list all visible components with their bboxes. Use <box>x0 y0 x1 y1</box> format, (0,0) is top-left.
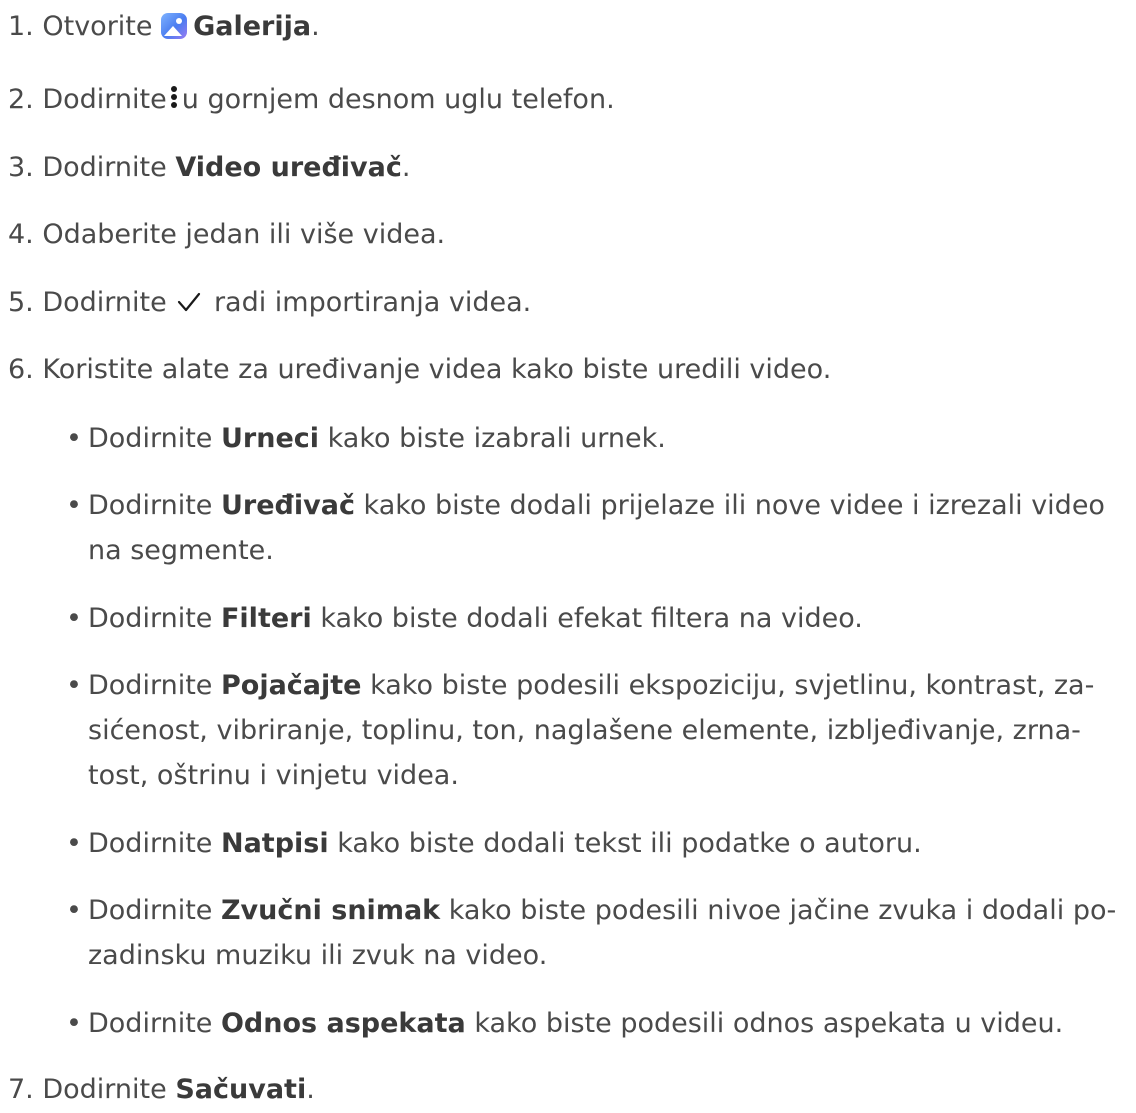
bullet-item: • Dodirnite Pojačajte kako biste podesil… <box>66 663 1126 798</box>
step-text: Odaberite jedan ili više videa. <box>42 219 446 250</box>
step-text: Otvorite <box>42 11 153 42</box>
bullet-text: Dodirnite Filteri kako biste dodali efek… <box>88 603 863 634</box>
bullet-dot: • <box>66 670 82 701</box>
bullet-text: Dodirnite Zvučni snimak kako biste podes… <box>88 895 1117 971</box>
step-number: 2. <box>8 84 34 115</box>
step-number: 7. <box>8 1074 34 1105</box>
step-4: 4. Odaberite jedan ili više videa. <box>8 217 445 253</box>
ui-term: Video uređivač <box>175 152 402 183</box>
step-5: 5. Dodirnite radi importiranja videa. <box>8 285 531 321</box>
ui-term: Galerija <box>193 11 312 42</box>
step-7: 7. Dodirnite Sačuvati. <box>8 1072 315 1108</box>
bullet-dot: • <box>66 603 82 634</box>
bullet-text: Dodirnite Odnos aspekata kako biste pode… <box>88 1008 1064 1039</box>
ui-term: Filteri <box>220 603 312 634</box>
step-text: Dodirnite <box>42 287 167 318</box>
step-text: Dodirnite <box>42 152 167 183</box>
bullet-item: • Dodirnite Natpisi kako biste dodali te… <box>66 821 1126 866</box>
ui-term: Zvučni snimak <box>220 895 441 926</box>
step-text-end: . <box>306 1074 315 1105</box>
ui-term: Sačuvati <box>175 1074 307 1105</box>
step-1: 1. Otvorite Galerija. <box>8 9 320 45</box>
step-text: Dodirnite <box>42 1074 167 1105</box>
step-text-end: u gornjem desnom uglu telefon. <box>181 84 615 115</box>
ui-term: Natpisi <box>220 828 329 859</box>
checkmark-icon <box>178 292 201 312</box>
step-text-end: . <box>311 11 320 42</box>
bullet-text: Dodirnite Pojačajte kako biste podesili … <box>88 670 1095 791</box>
ui-term: Pojačajte <box>220 670 362 701</box>
ui-term: Odnos aspekata <box>220 1008 466 1039</box>
step-6: 6. Koristite alate za uređivanje videa k… <box>8 352 831 388</box>
bullet-item: • Dodirnite Zvučni snimak kako biste pod… <box>66 888 1126 978</box>
step-number: 6. <box>8 354 34 385</box>
step-text-end: radi importiranja videa. <box>213 287 532 318</box>
bullet-text: Dodirnite Natpisi kako biste dodali teks… <box>88 828 922 859</box>
step-text: Koristite alate za uređivanje videa kako… <box>42 354 832 385</box>
bullet-dot: • <box>66 423 82 454</box>
bullet-item: • Dodirnite Filteri kako biste dodali ef… <box>66 596 1126 641</box>
bullet-dot: • <box>66 895 82 926</box>
step-text-end: . <box>401 152 411 183</box>
ui-term: Urneci <box>220 423 320 454</box>
bullet-item: • Dodirnite Urneci kako biste izabrali u… <box>66 416 1126 461</box>
bullet-item: • Dodirnite Uređivač kako biste dodali p… <box>66 483 1126 573</box>
gallery-icon <box>161 13 188 39</box>
bullet-dot: • <box>66 1008 82 1039</box>
step-3: 3. Dodirnite Video uređivač. <box>8 150 410 186</box>
step-number: 3. <box>8 152 34 183</box>
instruction-document: 1. Otvorite Galerija. 2. Dodirnite u gorn… <box>0 0 1136 1113</box>
bullet-dot: • <box>66 828 82 859</box>
step-number: 4. <box>8 219 34 250</box>
bullet-item: • Dodirnite Odnos aspekata kako biste po… <box>66 1001 1126 1046</box>
bullet-text: Dodirnite Urneci kako biste izabrali urn… <box>88 423 666 454</box>
step-number: 5. <box>8 287 34 318</box>
more-vertical-icon <box>169 84 179 110</box>
step-text: Dodirnite <box>42 84 167 115</box>
step-number: 1. <box>8 11 34 42</box>
ui-term: Uređivač <box>220 490 355 521</box>
bullet-text: Dodirnite Uređivač kako biste dodali pri… <box>88 490 1105 566</box>
step-2: 2. Dodirnite u gornjem desnom uglu telefo… <box>8 82 615 118</box>
bullet-dot: • <box>66 490 82 521</box>
